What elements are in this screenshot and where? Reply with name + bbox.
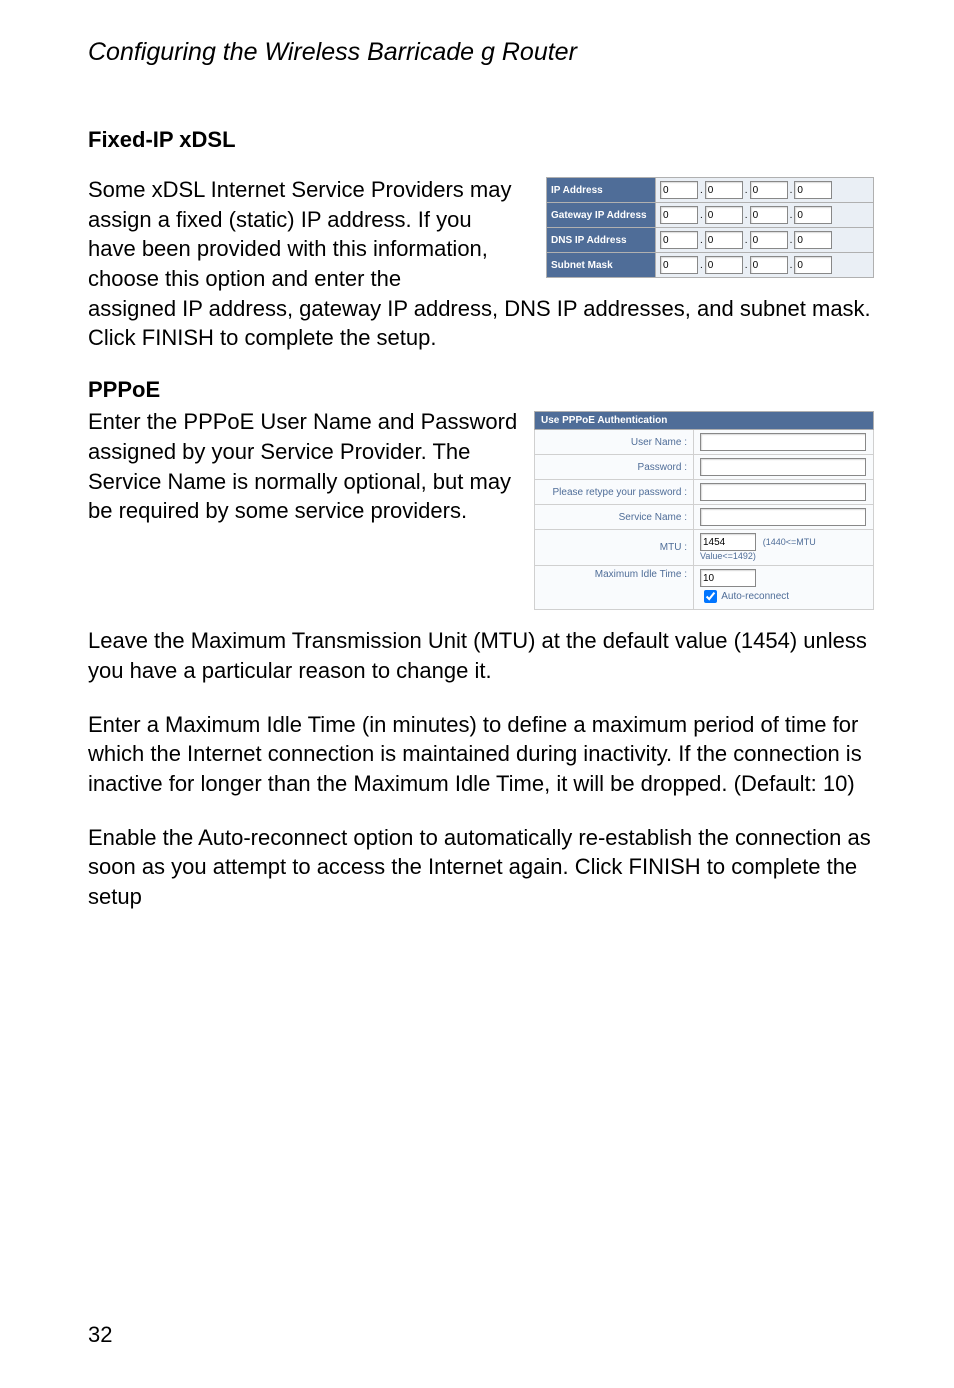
password-label: Password : bbox=[535, 455, 694, 480]
username-input[interactable] bbox=[700, 433, 866, 451]
mask-octet-4[interactable] bbox=[794, 256, 832, 274]
username-label: User Name : bbox=[535, 430, 694, 455]
pppoe-heading: PPPoE bbox=[88, 377, 874, 403]
retype-label: Please retype your password : bbox=[535, 480, 694, 505]
fixedip-para-left: Some xDSL Internet Service Providers may… bbox=[88, 175, 520, 294]
mask-octet-3[interactable] bbox=[750, 256, 788, 274]
mask-inputs: ... bbox=[656, 253, 874, 278]
pppoe-config-panel: Use PPPoE Authentication User Name : Pas… bbox=[534, 407, 874, 610]
idle-paragraph: Enter a Maximum Idle Time (in minutes) t… bbox=[88, 710, 874, 799]
page-header-title: Configuring the Wireless Barricade g Rou… bbox=[88, 38, 874, 67]
mtu-paragraph: Leave the Maximum Transmission Unit (MTU… bbox=[88, 626, 874, 685]
gw-octet-2[interactable] bbox=[705, 206, 743, 224]
dns-inputs: ... bbox=[656, 228, 874, 253]
service-name-input[interactable] bbox=[700, 508, 866, 526]
mtu-label: MTU : bbox=[535, 530, 694, 566]
idle-input[interactable] bbox=[700, 569, 756, 587]
auto-paragraph: Enable the Auto-reconnect option to auto… bbox=[88, 823, 874, 912]
ip-octet-3[interactable] bbox=[750, 181, 788, 199]
fixedip-config-panel: IP Address ... Gateway IP Address ... DN… bbox=[546, 175, 874, 278]
gateway-inputs: ... bbox=[656, 203, 874, 228]
pppoe-para-left: Enter the PPPoE User Name and Password a… bbox=[88, 407, 524, 526]
mask-octet-2[interactable] bbox=[705, 256, 743, 274]
idle-label: Maximum Idle Time : bbox=[535, 566, 694, 610]
fixedip-para-after: assigned IP address, gateway IP address,… bbox=[88, 294, 874, 353]
auto-reconnect-checkbox[interactable] bbox=[704, 590, 717, 603]
auto-reconnect-label: Auto-reconnect bbox=[721, 591, 789, 602]
ip-address-inputs: ... bbox=[656, 178, 874, 203]
dns-octet-1[interactable] bbox=[660, 231, 698, 249]
gateway-label: Gateway IP Address bbox=[547, 203, 656, 228]
page-number: 32 bbox=[88, 1322, 112, 1348]
mask-octet-1[interactable] bbox=[660, 256, 698, 274]
dns-label: DNS IP Address bbox=[547, 228, 656, 253]
dns-octet-2[interactable] bbox=[705, 231, 743, 249]
gw-octet-4[interactable] bbox=[794, 206, 832, 224]
ip-octet-2[interactable] bbox=[705, 181, 743, 199]
dns-octet-4[interactable] bbox=[794, 231, 832, 249]
mask-label: Subnet Mask bbox=[547, 253, 656, 278]
pppoe-table-header: Use PPPoE Authentication bbox=[535, 412, 874, 430]
mtu-input[interactable] bbox=[700, 533, 756, 551]
dns-octet-3[interactable] bbox=[750, 231, 788, 249]
service-name-label: Service Name : bbox=[535, 505, 694, 530]
ip-octet-1[interactable] bbox=[660, 181, 698, 199]
ip-octet-4[interactable] bbox=[794, 181, 832, 199]
retype-password-input[interactable] bbox=[700, 483, 866, 501]
fixedip-heading: Fixed-IP xDSL bbox=[88, 127, 874, 153]
password-input[interactable] bbox=[700, 458, 866, 476]
gw-octet-1[interactable] bbox=[660, 206, 698, 224]
gw-octet-3[interactable] bbox=[750, 206, 788, 224]
ip-address-label: IP Address bbox=[547, 178, 656, 203]
